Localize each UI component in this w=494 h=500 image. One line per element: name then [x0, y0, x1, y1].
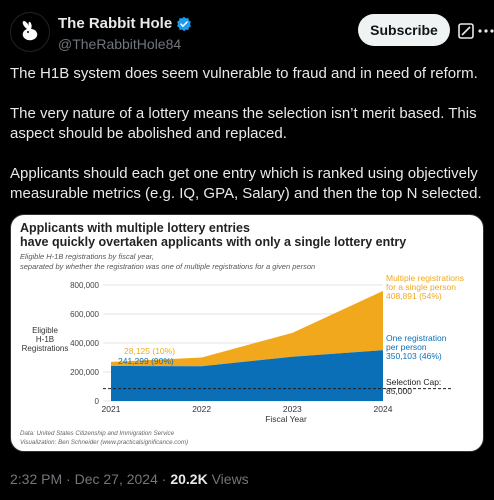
- x-axis-label: Fiscal Year: [265, 414, 307, 424]
- area-chart: Applicants with multiple lottery entries…: [20, 221, 464, 446]
- chart-source-line1: Data: United States Citizenship and Immi…: [20, 430, 175, 437]
- chart-image-card[interactable]: Applicants with multiple lottery entries…: [10, 214, 484, 452]
- views-label: Views: [211, 471, 249, 487]
- chart-source-line2: Visualization: Ben Schneider (www.practi…: [20, 439, 188, 446]
- x-tick-label: 2022: [192, 404, 211, 414]
- annotation-multiple-2024-line3: 408,891 (54%): [386, 291, 442, 301]
- rabbit-icon: [22, 20, 38, 41]
- chart-subtitle-line1: Eligible H-1B registrations by fiscal ye…: [20, 252, 154, 261]
- y-tick-label: 800,000: [70, 281, 99, 290]
- annotation-single-2024-line3: 350,103 (46%): [386, 351, 442, 361]
- x-tick-label: 2021: [102, 404, 121, 414]
- annotation-multiple-2021: 28,125 (10%): [124, 346, 175, 356]
- author-avatar[interactable]: [10, 12, 50, 52]
- x-tick-label: 2023: [283, 404, 302, 414]
- chart-title-line2: have quickly overtaken applicants with o…: [20, 235, 406, 249]
- author-name-block: The Rabbit Hole @TheRabbitHole84: [58, 15, 192, 52]
- author-display-name[interactable]: The Rabbit Hole: [58, 15, 172, 32]
- meta-separator: ·: [66, 471, 71, 487]
- x-tick-label: 2024: [374, 404, 393, 414]
- chart-subtitle-line2: separated by whether the registration wa…: [20, 262, 315, 271]
- tweet-paragraph: The very nature of a lottery means the s…: [10, 105, 477, 142]
- annotation-single-2021: 241,299 (90%): [118, 356, 174, 366]
- tweet-date[interactable]: Dec 27, 2024: [75, 471, 158, 487]
- y-tick-label: 0: [95, 397, 100, 406]
- y-tick-label: 600,000: [70, 310, 99, 319]
- y-axis-label-line1: Eligible: [32, 326, 58, 335]
- grok-icon[interactable]: [457, 22, 475, 40]
- annotation-cap-line2: 85,000: [386, 386, 412, 396]
- meta-separator: ·: [161, 471, 167, 487]
- tweet-paragraph: The H1B system does seem vulnerable to f…: [10, 65, 478, 82]
- y-tick-label: 400,000: [70, 339, 99, 348]
- views-count: 20.2K: [170, 471, 208, 487]
- author-handle[interactable]: @TheRabbitHole84: [58, 36, 192, 52]
- subscribe-button[interactable]: Subscribe: [358, 14, 450, 46]
- more-icon[interactable]: [478, 22, 494, 40]
- verified-badge-icon: [177, 16, 192, 31]
- y-tick-labels: 0 200,000 400,000 600,000 800,000: [70, 281, 99, 406]
- more-dots-icon: [478, 29, 494, 33]
- tweet-time[interactable]: 2:32 PM: [10, 471, 62, 487]
- y-tick-label: 200,000: [70, 368, 99, 377]
- y-axis-label-line2: H-1B: [36, 335, 54, 344]
- tweet-paragraph: Applicants should each get one entry whi…: [10, 165, 482, 202]
- tweet-metadata: 2:32 PM · Dec 27, 2024 · 20.2K Views: [10, 471, 249, 487]
- tweet-header: The Rabbit Hole @TheRabbitHole84 Subscri…: [10, 12, 494, 52]
- x-tick-labels: 2021 2022 2023 2024: [102, 404, 393, 414]
- chart-title-line1: Applicants with multiple lottery entries: [20, 221, 250, 235]
- tweet-text: The H1B system does seem vulnerable to f…: [10, 64, 486, 224]
- y-axis-label-line3: Registrations: [22, 344, 69, 353]
